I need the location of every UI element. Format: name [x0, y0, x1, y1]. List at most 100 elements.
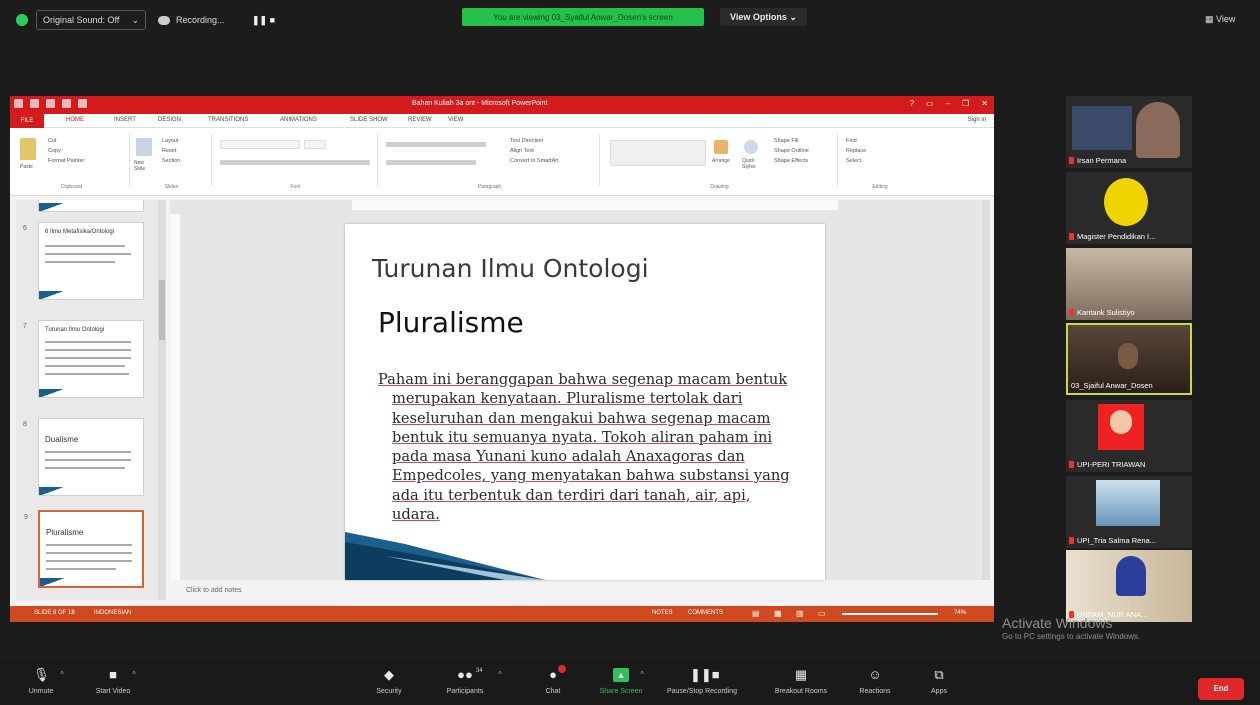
reading-view-icon[interactable]: ▥ [796, 609, 804, 618]
slide-thumbnail[interactable] [38, 200, 144, 212]
end-meeting-button[interactable]: End [1198, 678, 1244, 700]
new-slide-icon[interactable] [136, 138, 152, 156]
participant-tile[interactable]: Magister Pendidikan I... [1066, 172, 1192, 244]
reset-button[interactable]: Reset [162, 148, 176, 154]
recording-controls[interactable]: ❚❚ ■ [252, 10, 292, 30]
thumbnails-scrollbar[interactable] [158, 200, 166, 600]
restore-icon[interactable]: ❐ [962, 99, 969, 108]
tab-transitions[interactable]: TRANSITIONS [208, 117, 248, 123]
chevron-up-icon[interactable]: ^ [640, 670, 644, 679]
scrollbar-thumb[interactable] [159, 280, 165, 340]
layout-button[interactable]: Layout [162, 138, 179, 144]
section-button[interactable]: Section [162, 158, 180, 164]
alignment-buttons[interactable] [386, 160, 476, 165]
slide-wave-decoration [345, 532, 545, 580]
slide-sorter-icon[interactable]: ▦ [774, 609, 782, 618]
start-video-button[interactable]: ■ ^ Start Video [78, 668, 148, 696]
view-options-button[interactable]: View Options ⌄ [720, 8, 807, 26]
convert-smartart-button[interactable]: Convert to SmartArt [510, 158, 559, 164]
ribbon-display-icon[interactable]: ▭ [926, 99, 934, 108]
participant-tile[interactable]: Irsan Permana [1066, 96, 1192, 168]
slide-title[interactable]: Turunan Ilmu Ontologi [372, 254, 649, 283]
slide-thumbnail[interactable]: 6 6 Ilmu Metafisika/Ontologi [23, 222, 144, 300]
tab-slide-show[interactable]: SLIDE SHOW [350, 117, 388, 123]
notes-pane[interactable]: Click to add notes [170, 584, 990, 600]
chat-button[interactable]: ● Chat [518, 665, 588, 695]
quick-styles-icon[interactable] [744, 140, 758, 154]
language-indicator[interactable]: INDONESIAN [94, 610, 131, 616]
slide-thumbnails-pane[interactable]: 6 6 Ilmu Metafisika/Ontologi 7 Turunan I… [16, 200, 158, 600]
thumbnail-text-line [45, 451, 131, 453]
help-icon[interactable]: ? [910, 99, 914, 108]
slide-thumbnail[interactable]: 8 Dualisme [23, 418, 144, 496]
select-button[interactable]: Select [846, 158, 861, 164]
breakout-rooms-button[interactable]: ▦ Breakout Rooms [766, 667, 836, 696]
notes-toggle[interactable]: NOTES [652, 610, 673, 616]
shape-fill-button[interactable]: Shape Fill [774, 138, 798, 144]
participant-tile[interactable]: Kantank Sulistiyo [1066, 248, 1192, 320]
paste-icon[interactable] [20, 138, 36, 160]
cut-button[interactable]: Cut [48, 138, 57, 144]
chevron-up-icon[interactable]: ^ [498, 670, 502, 679]
chevron-up-icon[interactable]: ^ [132, 670, 136, 679]
tab-home[interactable]: HOME [66, 117, 84, 123]
original-sound-toggle[interactable]: Original Sound: Off ⌄ [36, 10, 146, 30]
replace-button[interactable]: Replace [846, 148, 866, 154]
list-indent-buttons[interactable] [386, 142, 486, 147]
minimize-icon[interactable]: – [946, 99, 950, 108]
activate-windows-watermark: Activate Windows Go to PC settings to ac… [1002, 615, 1140, 641]
slide-heading[interactable]: Pluralisme [378, 306, 524, 339]
security-button[interactable]: ◆ Security [354, 668, 424, 696]
font-family-select[interactable] [220, 140, 300, 149]
text-direction-button[interactable]: Text Direction [510, 138, 543, 144]
start-video-label: Start Video [95, 688, 131, 695]
breakout-rooms-icon: ▦ [794, 667, 808, 682]
tab-insert[interactable]: INSERT [114, 117, 136, 123]
editor-scrollbar[interactable] [982, 200, 990, 580]
zoom-slider[interactable] [842, 613, 938, 615]
tab-file[interactable]: FILE [10, 114, 44, 128]
slide-thumbnail[interactable]: 7 Turunan Ilmu Ontologi [23, 320, 144, 398]
align-text-button[interactable]: Align Text [510, 148, 534, 154]
shape-effects-button[interactable]: Shape Effects [774, 158, 808, 164]
sign-in-link[interactable]: Sign in [968, 117, 986, 123]
apps-button[interactable]: ⧉ Apps [904, 668, 974, 696]
tab-design[interactable]: DESIGN [158, 117, 181, 123]
view-button[interactable]: ▦ View [1205, 14, 1235, 25]
tab-review[interactable]: REVIEW [408, 117, 432, 123]
participants-button[interactable]: ●● 34 ^ Participants [430, 668, 502, 696]
participant-tile[interactable]: UPI_Tria Salma Rena... [1066, 476, 1192, 548]
participant-tile[interactable]: UPI-PERI TRIAWAN [1066, 400, 1192, 472]
close-icon[interactable]: ✕ [981, 99, 988, 108]
pause-stop-recording-button[interactable]: ❚❚■ Pause/Stop Recording [664, 668, 740, 696]
undo-icon[interactable] [46, 99, 55, 108]
font-size-select[interactable] [304, 140, 326, 149]
format-painter-button[interactable]: Format Painter [48, 158, 84, 164]
redo-icon[interactable] [62, 99, 71, 108]
tab-view[interactable]: VIEW [448, 117, 463, 123]
active-speaker-tile[interactable]: 03_Sjaiful Anwar_Dosen [1066, 323, 1192, 395]
comments-toggle[interactable]: COMMENTS [688, 610, 723, 616]
start-from-beginning-icon[interactable] [78, 99, 87, 108]
normal-view-icon[interactable]: ▤ [752, 609, 760, 618]
arrange-icon[interactable] [714, 140, 728, 154]
participant-tile[interactable]: UNPAM_NUR ANA... [1066, 550, 1192, 622]
reactions-button[interactable]: ☺ Reactions [840, 668, 910, 696]
shape-outline-button[interactable]: Shape Outline [774, 148, 809, 154]
find-button[interactable]: Find [846, 138, 857, 144]
slide-body-text[interactable]: Paham ini beranggapan bahwa segenap maca… [378, 370, 798, 524]
save-icon[interactable] [30, 99, 39, 108]
chevron-up-icon[interactable]: ^ [60, 670, 64, 679]
font-formatting-buttons[interactable] [220, 160, 370, 165]
slide-thumbnail-selected[interactable]: 9 Pluralisme [24, 510, 144, 588]
security-label: Security [376, 688, 402, 695]
security-shield-icon[interactable] [16, 14, 28, 26]
copy-button[interactable]: Copy [48, 148, 61, 154]
zoom-level[interactable]: 74% [954, 610, 966, 616]
tab-animations[interactable]: ANIMATIONS [280, 117, 317, 123]
slideshow-view-icon[interactable]: ▭ [818, 609, 826, 618]
shapes-gallery[interactable] [610, 140, 706, 166]
share-screen-button[interactable]: ▲ ^ Share Screen [586, 668, 656, 695]
unmute-button[interactable]: 🎙 ^ Unmute [6, 668, 76, 696]
current-slide[interactable]: Turunan Ilmu Ontologi Pluralisme Paham i… [345, 224, 825, 580]
